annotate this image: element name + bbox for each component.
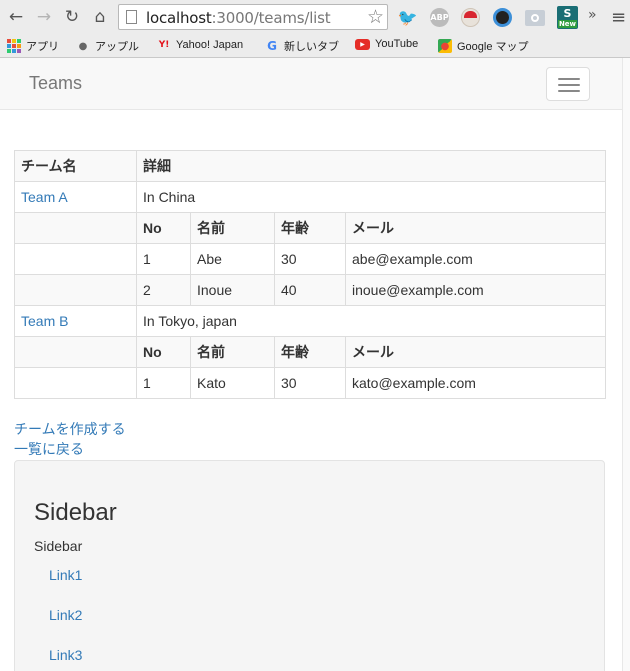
column-header-detail: 詳細 <box>136 150 606 182</box>
action-links: チームを作成する 一覧に戻る <box>14 419 126 459</box>
google-g-icon: G <box>267 39 277 53</box>
bookmark-youtube[interactable]: ▶ YouTube <box>355 38 418 50</box>
member-name: Abe <box>190 243 275 275</box>
create-team-link[interactable]: チームを作成する <box>14 421 126 437</box>
back-to-list-link[interactable]: 一覧に戻る <box>14 441 84 457</box>
member-age: 30 <box>274 367 346 399</box>
url-text[interactable]: localhost:3000/teams/list <box>146 9 331 27</box>
navbar: Teams <box>0 58 622 110</box>
bookmark-apps[interactable]: アプリ <box>7 38 59 54</box>
member-name: Kato <box>190 367 275 399</box>
adblock-plus-icon[interactable]: ABP <box>430 8 449 27</box>
team-link[interactable]: Team B <box>21 313 68 329</box>
member-header-age: 年齢 <box>274 212 346 244</box>
empty-cell <box>14 274 137 306</box>
member-age: 30 <box>274 243 346 275</box>
bookmark-google-maps[interactable]: ● Google マップ <box>438 38 529 54</box>
sidebar-title: Sidebar <box>34 499 117 526</box>
team-name-cell: Team B <box>14 305 137 337</box>
apple-logo-icon: ● <box>78 40 88 52</box>
team-row: Team B In Tokyo, japan <box>14 305 606 337</box>
team-row: Team A In China <box>14 181 606 213</box>
new-extension-icon[interactable]: S New <box>557 6 578 29</box>
address-bar[interactable]: localhost:3000/teams/list ☆ <box>118 4 388 30</box>
bookmark-new-tab[interactable]: G 新しいタブ <box>265 38 339 54</box>
member-row: 1 Kato 30 kato@example.com <box>14 367 606 399</box>
hamburger-bar <box>558 84 580 86</box>
team-detail-cell: In China <box>136 181 606 213</box>
member-header-age: 年齢 <box>274 336 346 368</box>
bookmark-apple[interactable]: ● アップル <box>76 38 139 54</box>
sidebar-link-2[interactable]: Link2 <box>49 607 82 623</box>
member-email: inoue@example.com <box>345 274 606 306</box>
navbar-toggle-button[interactable] <box>546 67 590 101</box>
member-header-email: メール <box>345 336 606 368</box>
member-row: 1 Abe 30 abe@example.com <box>14 243 606 275</box>
hamburger-icon <box>558 78 580 80</box>
member-header-name: 名前 <box>190 336 275 368</box>
member-no: 1 <box>136 243 191 275</box>
member-header-row: No 名前 年齢 メール <box>14 212 606 244</box>
forward-arrow-icon[interactable]: → <box>34 7 54 27</box>
member-row: 2 Inoue 40 inoue@example.com <box>14 274 606 306</box>
sidebar-panel: Sidebar Sidebar Link1 Link2 Link3 <box>14 460 605 671</box>
camera-icon[interactable] <box>525 10 545 26</box>
navbar-brand[interactable]: Teams <box>29 73 82 94</box>
reload-icon[interactable]: ↻ <box>62 7 82 27</box>
bookmarks-bar: アプリ ● アップル Y! Yahoo! Japan G 新しいタブ ▶ You… <box>0 34 630 58</box>
team-name-cell: Team A <box>14 181 137 213</box>
home-icon[interactable]: ⌂ <box>90 7 110 27</box>
member-email: kato@example.com <box>345 367 606 399</box>
empty-cell <box>14 243 137 275</box>
google-maps-icon: ● <box>438 39 452 53</box>
empty-cell <box>14 336 137 368</box>
sidebar-subtitle: Sidebar <box>34 538 83 554</box>
table-header-row: チーム名 詳細 <box>14 150 606 182</box>
yahoo-logo-icon: Y! <box>158 40 170 50</box>
bookmark-yahoo[interactable]: Y! Yahoo! Japan <box>157 38 243 52</box>
browser-chrome: ← → ↻ ⌂ localhost:3000/teams/list ☆ 🐦 AB… <box>0 0 630 58</box>
member-no: 1 <box>136 367 191 399</box>
member-email: abe@example.com <box>345 243 606 275</box>
youtube-play-icon: ▶ <box>355 38 370 50</box>
page-icon <box>126 10 137 24</box>
apps-grid-icon <box>7 39 21 53</box>
member-name: Inoue <box>190 274 275 306</box>
member-header-no: No <box>136 212 191 244</box>
column-header-team-name: チーム名 <box>14 150 137 182</box>
member-age: 40 <box>274 274 346 306</box>
page-scrollbar[interactable] <box>622 58 630 671</box>
browser-menu-icon[interactable]: ≡ <box>611 7 626 28</box>
member-header-email: メール <box>345 212 606 244</box>
browser-toolbar: ← → ↻ ⌂ localhost:3000/teams/list ☆ 🐦 AB… <box>0 0 630 34</box>
member-header-row: No 名前 年齢 メール <box>14 336 606 368</box>
back-arrow-icon[interactable]: ← <box>6 7 26 27</box>
member-no: 2 <box>136 274 191 306</box>
sidebar-link-1[interactable]: Link1 <box>49 567 82 583</box>
sidebar-link-3[interactable]: Link3 <box>49 647 82 663</box>
empty-cell <box>14 212 137 244</box>
bookmark-star-icon[interactable]: ☆ <box>367 6 384 28</box>
member-header-no: No <box>136 336 191 368</box>
teams-table: チーム名 詳細 Team A In China No 名前 年齢 メール 1 A… <box>14 150 606 399</box>
empty-cell <box>14 367 137 399</box>
hamburger-bar <box>558 90 580 92</box>
color-wheel-icon[interactable] <box>493 8 512 27</box>
santa-avatar-icon[interactable] <box>461 8 480 27</box>
more-extensions-icon[interactable]: » <box>588 7 597 23</box>
team-link[interactable]: Team A <box>21 189 68 205</box>
member-header-name: 名前 <box>190 212 275 244</box>
twitter-bird-icon[interactable]: 🐦 <box>398 8 418 27</box>
team-detail-cell: In Tokyo, japan <box>136 305 606 337</box>
